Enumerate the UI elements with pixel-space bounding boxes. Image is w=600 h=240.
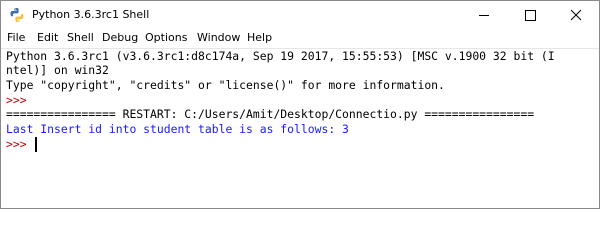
menu-edit[interactable]: Edit: [37, 31, 58, 45]
maximize-button[interactable]: [507, 1, 553, 29]
restart-line: ================ RESTART: C:/Users/Amit/…: [6, 107, 535, 121]
banner-line: Type "copyright", "credits" or "license(…: [6, 78, 445, 92]
menu-options[interactable]: Options: [145, 31, 187, 45]
menu-debug[interactable]: Debug: [102, 31, 138, 45]
close-button[interactable]: [553, 1, 599, 29]
menu-shell[interactable]: Shell: [67, 31, 94, 45]
python-idle-icon: [9, 7, 25, 23]
menu-help[interactable]: Help: [247, 31, 272, 45]
shell-text-area[interactable]: Python 3.6.3rc1 (v3.6.3rc1:d8c174a, Sep …: [1, 49, 599, 208]
text-cursor: [35, 137, 37, 152]
program-output: Last Insert id into student table is as …: [6, 122, 349, 136]
menu-bar: File Edit Shell Debug Options Window Hel…: [1, 29, 599, 48]
maximize-icon: [525, 10, 536, 21]
shell-prompt: >>>: [6, 137, 34, 151]
idle-shell-window: Python 3.6.3rc1 Shell File Edit Shell De…: [0, 0, 600, 209]
banner-line: Python 3.6.3rc1 (v3.6.3rc1:d8c174a, Sep …: [6, 49, 555, 63]
title-bar[interactable]: Python 3.6.3rc1 Shell: [1, 1, 599, 29]
minimize-button[interactable]: [461, 1, 507, 29]
menu-file[interactable]: File: [7, 31, 25, 45]
close-icon: [570, 9, 582, 21]
menu-window[interactable]: Window: [197, 31, 240, 45]
shell-prompt: >>>: [6, 93, 34, 107]
window-title: Python 3.6.3rc1 Shell: [32, 8, 150, 21]
minimize-icon: [479, 15, 489, 16]
banner-line: ntel)] on win32: [6, 63, 109, 77]
